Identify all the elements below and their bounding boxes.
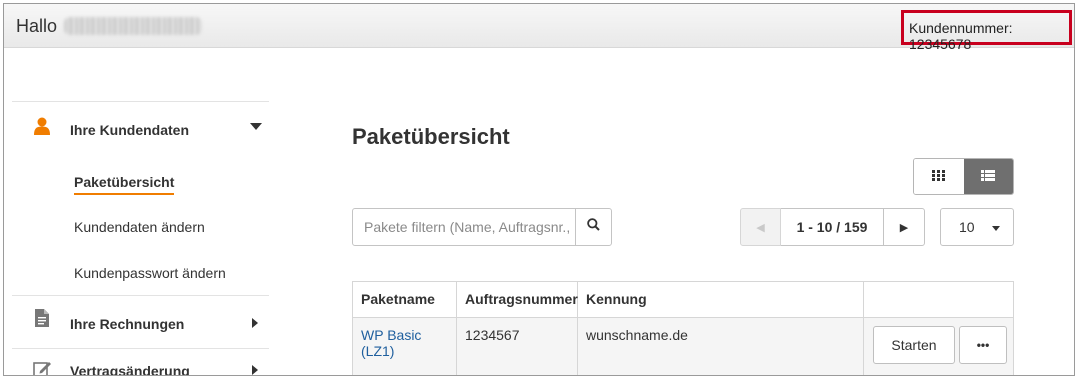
caret-right-icon — [252, 365, 258, 375]
list-view-icon — [981, 168, 996, 186]
grid-view-icon — [932, 168, 946, 186]
sidebar-section-rechnungen[interactable]: Ihre Rechnungen — [12, 296, 269, 348]
package-name-link[interactable]: WP Basic (LZ1) — [353, 318, 457, 375]
order-number: 1234567 — [457, 318, 578, 375]
customer-number: Kundennummer: 12345678 — [901, 10, 1072, 52]
chevron-right-icon: ▶ — [899, 221, 909, 234]
sidebar-item-paketuebersicht[interactable]: Paketübersicht — [12, 165, 269, 195]
search-icon — [587, 218, 600, 236]
page-title: Paketübersicht — [352, 124, 510, 149]
column-header — [864, 282, 1013, 317]
column-header[interactable]: Kennung — [578, 282, 864, 317]
sidebar-section-label: Ihre Kundendaten — [70, 122, 190, 138]
user-icon — [34, 117, 50, 140]
sidebar-section-label: Ihre Rechnungen — [70, 316, 185, 332]
package-table: Paketname Auftragsnummer Kennung WP Basi… — [352, 281, 1014, 375]
table-header: Paketname Auftragsnummer Kennung — [353, 282, 1013, 318]
column-header[interactable]: Auftragsnummer — [457, 282, 578, 317]
view-toggle — [913, 158, 1014, 195]
pagination: ◀ 1 - 10 / 159 ▶ — [740, 208, 925, 246]
sidebar-item-label: Kundenpasswort ändern — [74, 265, 226, 281]
grid-view-button[interactable] — [914, 159, 964, 194]
page-range: 1 - 10 / 159 — [781, 208, 883, 246]
start-button[interactable]: Starten — [873, 326, 955, 364]
sidebar-section-kundendaten[interactable]: Ihre Kundendaten — [12, 101, 269, 149]
search-button[interactable] — [575, 209, 611, 245]
sidebar-item-kundendaten-aendern[interactable]: Kundendaten ändern — [12, 210, 269, 238]
chevron-left-icon: ◀ — [756, 221, 765, 234]
document-icon — [35, 309, 49, 332]
caret-right-icon — [252, 318, 258, 328]
sidebar-item-label: Kundendaten ändern — [74, 219, 205, 235]
greeting-text: Hallo — [16, 16, 58, 36]
filter-box — [352, 208, 612, 246]
column-header[interactable]: Paketname — [353, 282, 457, 317]
sidebar-section-vertragsaenderung[interactable]: Vertragsänderung — [12, 349, 269, 376]
edit-icon — [33, 360, 52, 375]
chevron-down-icon — [992, 226, 1000, 231]
more-options-button[interactable]: ••• — [959, 326, 1007, 364]
filter-input[interactable] — [353, 209, 575, 245]
sidebar-item-label: Paketübersicht — [74, 174, 175, 195]
blurred-customer-name — [64, 17, 202, 35]
sidebar-item-kundenpasswort-aendern[interactable]: Kundenpasswort ändern — [12, 256, 269, 284]
per-page-value: 10 — [959, 219, 975, 235]
identifier: wunschname.de — [578, 318, 864, 375]
list-view-button[interactable] — [963, 159, 1013, 194]
caret-down-icon — [250, 123, 262, 130]
sidebar-section-label: Vertragsänderung — [70, 363, 190, 376]
previous-page-button[interactable]: ◀ — [740, 208, 781, 246]
per-page-select[interactable]: 10 — [940, 208, 1014, 246]
app-frame: Hallo Kundennummer: 12345678 Ihre Kunden… — [3, 3, 1075, 376]
next-page-button[interactable]: ▶ — [883, 208, 925, 246]
top-bar: Hallo Kundennummer: 12345678 — [4, 4, 1074, 52]
